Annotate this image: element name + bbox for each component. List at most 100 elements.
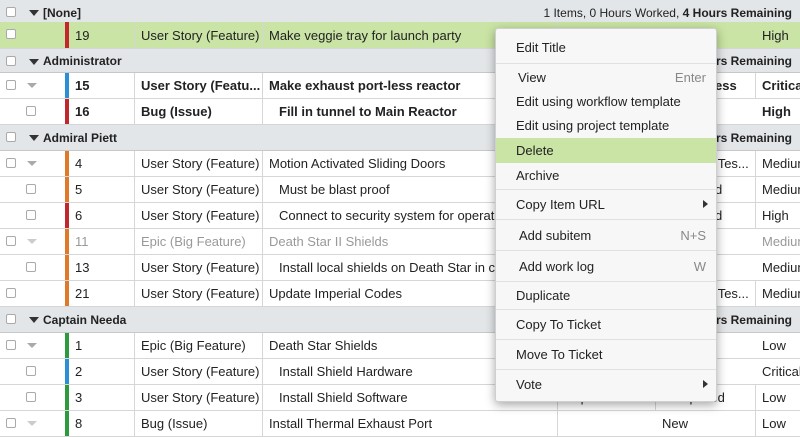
menu-item-label: View — [518, 69, 546, 85]
group-name: Admiral Piett — [43, 131, 118, 145]
collapse-triangle-icon[interactable] — [29, 10, 39, 16]
priority-cell: Medium — [756, 281, 800, 306]
group-checkbox[interactable] — [6, 132, 16, 142]
expand-triangle-icon[interactable] — [27, 239, 37, 244]
menu-divider — [496, 339, 716, 340]
priority-cell: Medium — [756, 177, 800, 202]
group-name: Captain Needa — [43, 313, 127, 327]
type-cell: Epic (Big Feature) — [135, 333, 263, 358]
menu-item-label: Copy To Ticket — [516, 317, 602, 332]
row-checkbox[interactable] — [6, 236, 16, 246]
row-checkbox[interactable] — [26, 392, 36, 402]
type-cell: User Story (Feature) — [135, 385, 263, 410]
row-checkbox[interactable] — [26, 106, 36, 116]
id-cell: 11 — [69, 229, 135, 254]
menu-item-vote[interactable]: Vote — [496, 371, 716, 397]
row-checkbox[interactable] — [6, 288, 16, 298]
id-cell: 8 — [69, 411, 135, 436]
row-checkbox[interactable] — [6, 80, 16, 90]
menu-item-add-work-log[interactable]: Add work log W — [496, 252, 716, 280]
menu-divider — [496, 63, 716, 64]
id-cell: 15 — [69, 73, 135, 98]
group-stats-plain: 1 Items, 0 Hours Worked, — [543, 6, 683, 20]
type-cell: Bug (Issue) — [135, 411, 263, 436]
row-checkbox[interactable] — [6, 29, 16, 39]
group-name: Administrator — [43, 54, 122, 68]
row-checkbox[interactable] — [26, 262, 36, 272]
priority-cell: Critical — [756, 359, 800, 384]
menu-item-move-to-ticket[interactable]: Move To Ticket — [496, 341, 716, 367]
id-cell: 2 — [69, 359, 135, 384]
menu-item-copy-to-ticket[interactable]: Copy To Ticket — [496, 311, 716, 338]
menu-item-label: Copy Item URL — [516, 196, 605, 212]
table-row[interactable]: 8 Bug (Issue) Install Thermal Exhaust Po… — [0, 411, 800, 437]
menu-item-label: Edit Title — [516, 39, 566, 55]
group-checkbox[interactable] — [6, 314, 16, 324]
menu-item-label: Add work log — [519, 258, 595, 274]
expand-triangle-icon[interactable] — [27, 83, 37, 88]
menu-item-add-subitem[interactable]: Add subitem N+S — [496, 221, 716, 249]
id-cell: 3 — [69, 385, 135, 410]
row-checkbox[interactable] — [26, 210, 36, 220]
menu-divider — [496, 281, 716, 282]
priority-cell: Critical — [756, 73, 800, 98]
group-checkbox[interactable] — [6, 56, 16, 66]
menu-item-view[interactable]: View Enter — [496, 65, 716, 89]
id-cell: 16 — [69, 99, 135, 124]
id-cell: 4 — [69, 151, 135, 176]
type-cell: User Story (Feature) — [135, 177, 263, 202]
submenu-arrow-icon — [703, 200, 708, 208]
menu-item-duplicate[interactable]: Duplicate — [496, 283, 716, 307]
group-stats-bold: 4 Hours Remaining — [682, 6, 792, 20]
status-cell: d — [715, 177, 756, 202]
menu-item-edit-project-template[interactable]: Edit using project template — [496, 113, 716, 137]
title-cell[interactable]: Install Thermal Exhaust Port — [263, 411, 558, 436]
priority-cell: Low — [756, 411, 800, 436]
id-cell: 13 — [69, 255, 135, 280]
type-cell: User Story (Feature) — [135, 151, 263, 176]
expand-triangle-icon[interactable] — [27, 421, 37, 426]
menu-item-label: Add subitem — [519, 227, 592, 243]
id-cell: 5 — [69, 177, 135, 202]
type-cell: User Story (Feature) — [135, 22, 263, 48]
priority-cell: High — [756, 22, 800, 48]
id-cell: 6 — [69, 203, 135, 228]
expand-triangle-icon[interactable] — [27, 343, 37, 348]
type-cell: User Story (Feature) — [135, 203, 263, 228]
row-checkbox[interactable] — [6, 158, 16, 168]
collapse-triangle-icon[interactable] — [29, 317, 39, 323]
menu-divider — [496, 309, 716, 310]
priority-cell: High — [756, 99, 800, 124]
menu-item-label: Move To Ticket — [516, 346, 603, 362]
expand-triangle-icon[interactable] — [27, 161, 37, 166]
row-checkbox[interactable] — [26, 366, 36, 376]
priority-cell: Low — [756, 385, 800, 410]
menu-item-copy-item-url[interactable]: Copy Item URL — [496, 191, 716, 217]
priority-cell: High — [756, 203, 800, 228]
menu-item-edit-title[interactable]: Edit Title — [496, 33, 716, 61]
row-checkbox[interactable] — [6, 418, 16, 428]
status-cell: d — [715, 203, 756, 228]
collapse-triangle-icon[interactable] — [29, 135, 39, 141]
priority-cell: Low — [756, 333, 800, 358]
menu-item-delete[interactable]: Delete — [496, 138, 716, 163]
menu-item-edit-workflow-template[interactable]: Edit using workflow template — [496, 89, 716, 113]
row-checkbox[interactable] — [26, 184, 36, 194]
row-checkbox[interactable] — [6, 340, 16, 350]
menu-item-label: Archive — [516, 167, 560, 183]
collapse-triangle-icon[interactable] — [29, 59, 39, 65]
menu-shortcut: N+S — [680, 227, 706, 243]
menu-divider — [496, 369, 716, 370]
submenu-arrow-icon — [703, 380, 708, 388]
priority-cell: Medium — [756, 151, 800, 176]
menu-item-label: Vote — [516, 376, 543, 392]
type-cell: User Story (Feature) — [135, 359, 263, 384]
type-cell: User Story (Feature) — [135, 255, 263, 280]
type-cell: Epic (Big Feature) — [135, 229, 263, 254]
menu-shortcut: Enter — [674, 69, 706, 85]
context-menu: Edit Title View Enter Edit using workflow… — [495, 28, 717, 402]
group-checkbox[interactable] — [6, 7, 16, 17]
menu-item-archive[interactable]: Archive — [496, 163, 716, 187]
menu-item-label: Duplicate — [516, 287, 571, 303]
menu-item-label: Delete — [516, 143, 554, 158]
